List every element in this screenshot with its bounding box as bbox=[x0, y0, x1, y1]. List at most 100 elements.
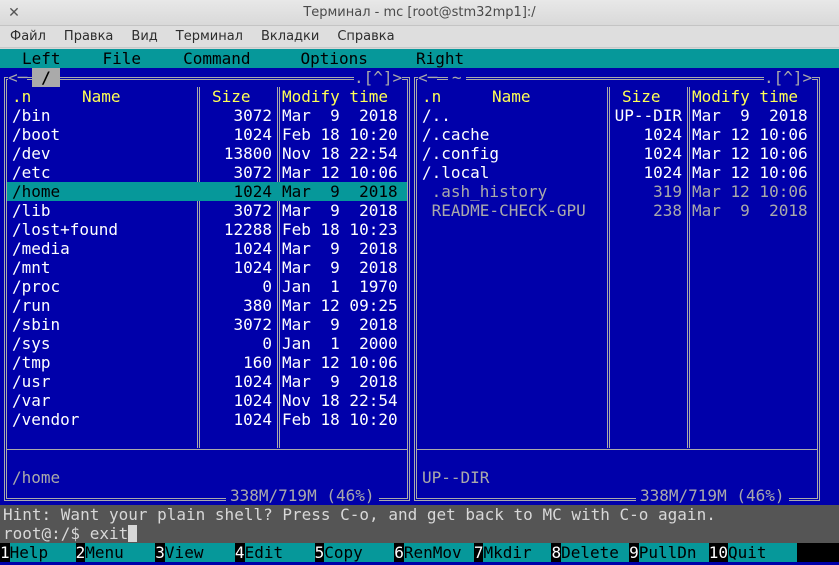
window-titlebar: ✕ Терминал - mc [root@stm32mp1]:/ bbox=[0, 0, 839, 26]
shell-prompt: root@:/$ bbox=[3, 524, 90, 543]
fkey-label: Edit bbox=[244, 543, 315, 562]
left-file-row[interactable]: /etc 3072 Mar 12 10:06 bbox=[7, 163, 407, 182]
function-key-bar: 1 Help 2 Menu 3 View 4 Edit 5 Copy 6 RenMov 7 Mkdir 8 D… bbox=[0, 543, 839, 562]
left-file-row[interactable]: /dev 13800 Nov 18 22:54 bbox=[7, 144, 407, 163]
file-name: /bin bbox=[12, 106, 51, 125]
terminal-area[interactable]: Left File Command Options Right <─ / .[^… bbox=[0, 49, 839, 565]
shell-command[interactable]: exit bbox=[90, 524, 129, 543]
right-file-row[interactable]: /.local 1024 Mar 12 10:06 bbox=[417, 163, 817, 182]
fkey-delete[interactable]: 8 Delete bbox=[551, 543, 630, 562]
file-name: /.local bbox=[422, 163, 490, 182]
fkey-number: 4 bbox=[234, 543, 245, 562]
right-panel[interactable]: <─ ~ .[^]> .n Name Size Modify time /.. U… bbox=[414, 68, 820, 505]
left-panel-corner[interactable]: .[^]> bbox=[354, 68, 403, 87]
fkey-copy[interactable]: 5 Copy bbox=[314, 543, 395, 562]
left-file-row[interactable]: /home 1024 Mar 9 2018 bbox=[7, 182, 407, 201]
fkey-renmov[interactable]: 6 RenMov bbox=[394, 543, 474, 562]
fkey-label: Quit bbox=[728, 543, 798, 562]
fkey-label: Delete bbox=[561, 543, 630, 562]
file-size: 3072 bbox=[233, 106, 272, 125]
right-file-row[interactable]: /.config 1024 Mar 12 10:06 bbox=[417, 144, 817, 163]
mc-menu-left[interactable]: Left bbox=[22, 49, 61, 68]
left-panel-status: /home bbox=[12, 468, 61, 487]
file-mtime: Mar 9 2018 bbox=[692, 201, 808, 220]
left-file-row[interactable]: /sbin 3072 Mar 9 2018 bbox=[7, 315, 407, 334]
file-name: /proc bbox=[12, 277, 61, 296]
fkey-number: 8 bbox=[551, 543, 562, 562]
file-mtime: Feb 18 10:23 bbox=[282, 220, 398, 239]
left-file-row[interactable]: /vendor 1024 Feb 18 10:20 bbox=[7, 410, 407, 429]
fkey-edit[interactable]: 4 Edit bbox=[234, 543, 315, 562]
file-mtime: Mar 9 2018 bbox=[282, 258, 398, 277]
left-col-size[interactable]: Size bbox=[212, 87, 251, 106]
fkey-number: 9 bbox=[629, 543, 639, 562]
left-file-row[interactable]: /var 1024 Nov 18 22:54 bbox=[7, 391, 407, 410]
left-col-mtime[interactable]: Modify time bbox=[282, 87, 388, 106]
right-col-name[interactable]: Name bbox=[492, 87, 531, 106]
file-mtime: Mar 12 10:06 bbox=[692, 163, 808, 182]
left-file-row[interactable]: /run 380 Mar 12 09:25 bbox=[7, 296, 407, 315]
right-col-size[interactable]: Size bbox=[622, 87, 661, 106]
menu-terminal[interactable]: Терминал bbox=[167, 26, 252, 48]
right-panel-arrow[interactable]: <─ bbox=[418, 68, 438, 87]
file-mtime: Nov 18 22:54 bbox=[282, 391, 398, 410]
right-col-mtime[interactable]: Modify time bbox=[692, 87, 798, 106]
file-size: 238 bbox=[653, 201, 682, 220]
right-panel-corner[interactable]: .[^]> bbox=[764, 68, 813, 87]
menu-view[interactable]: Вид bbox=[122, 26, 166, 48]
left-panel-arrow[interactable]: <─ bbox=[8, 68, 28, 87]
right-col-n[interactable]: .n bbox=[422, 87, 441, 106]
right-file-row[interactable]: .ash_history 319 Mar 12 10:06 bbox=[417, 182, 817, 201]
mc-menu-command[interactable]: Command bbox=[183, 49, 250, 68]
file-size: 0 bbox=[262, 334, 272, 353]
file-name: /.. bbox=[422, 106, 451, 125]
window-title: Терминал - mc [root@stm32mp1]:/ bbox=[303, 5, 536, 20]
left-file-row[interactable]: /media 1024 Mar 9 2018 bbox=[7, 239, 407, 258]
shell-command-line[interactable]: root@:/$ exit bbox=[0, 524, 839, 543]
left-file-row[interactable]: /sys 0 Jan 1 2000 bbox=[7, 334, 407, 353]
mc-menu-right[interactable]: Right bbox=[416, 49, 464, 68]
file-name: /home bbox=[12, 182, 61, 201]
left-file-row[interactable]: /bin 3072 Mar 9 2018 bbox=[7, 106, 407, 125]
text-cursor bbox=[128, 525, 138, 542]
file-name: /usr bbox=[12, 372, 51, 391]
file-size: 1024 bbox=[643, 144, 682, 163]
left-panel[interactable]: <─ / .[^]> .n Name Size Modify time /bin… bbox=[4, 68, 410, 505]
left-panel-path: / bbox=[32, 68, 60, 87]
fkey-help[interactable]: 1 Help bbox=[0, 543, 76, 562]
right-file-row[interactable]: /.cache 1024 Mar 12 10:06 bbox=[417, 125, 817, 144]
right-file-row[interactable]: README-CHECK-GPU 238 Mar 9 2018 bbox=[417, 201, 817, 220]
fkey-pulldn[interactable]: 9 PullDn bbox=[629, 543, 709, 562]
file-name: /sbin bbox=[12, 315, 61, 334]
fkey-quit[interactable]: 10 Quit bbox=[708, 543, 798, 562]
file-size: 1024 bbox=[233, 125, 272, 144]
left-file-row[interactable]: /lost+found 12288 Feb 18 10:23 bbox=[7, 220, 407, 239]
menu-file[interactable]: Файл bbox=[0, 26, 55, 48]
fkey-view[interactable]: 3 View bbox=[155, 543, 235, 562]
file-size: 13800 bbox=[223, 144, 272, 163]
mc-menu-options[interactable]: Options bbox=[301, 49, 368, 68]
menu-edit[interactable]: Правка bbox=[55, 26, 122, 48]
left-file-row[interactable]: /proc 0 Jan 1 1970 bbox=[7, 277, 407, 296]
file-name: /dev bbox=[12, 144, 51, 163]
fkey-mkdir[interactable]: 7 Mkdir bbox=[473, 543, 552, 562]
file-size: 12288 bbox=[223, 220, 272, 239]
left-file-row[interactable]: /usr 1024 Mar 9 2018 bbox=[7, 372, 407, 391]
mc-menu-file[interactable]: File bbox=[103, 49, 142, 68]
file-mtime: Feb 18 10:20 bbox=[282, 410, 398, 429]
file-mtime: Mar 12 10:06 bbox=[692, 182, 808, 201]
left-col-n[interactable]: .n bbox=[12, 87, 31, 106]
left-file-row[interactable]: /tmp 160 Mar 12 10:06 bbox=[7, 353, 407, 372]
file-size: 1024 bbox=[643, 125, 682, 144]
left-file-row[interactable]: /boot 1024 Feb 18 10:20 bbox=[7, 125, 407, 144]
fkey-menu[interactable]: 2 Menu bbox=[75, 543, 156, 562]
menu-help[interactable]: Справка bbox=[328, 26, 403, 48]
file-name: /var bbox=[12, 391, 51, 410]
file-size: 3072 bbox=[233, 315, 272, 334]
right-file-row[interactable]: /.. UP--DIR Mar 9 2018 bbox=[417, 106, 817, 125]
fkey-number: 2 bbox=[75, 543, 86, 562]
menu-tabs[interactable]: Вкладки bbox=[252, 26, 328, 48]
left-col-name[interactable]: Name bbox=[82, 87, 121, 106]
left-file-row[interactable]: /lib 3072 Mar 9 2018 bbox=[7, 201, 407, 220]
left-file-row[interactable]: /mnt 1024 Mar 9 2018 bbox=[7, 258, 407, 277]
